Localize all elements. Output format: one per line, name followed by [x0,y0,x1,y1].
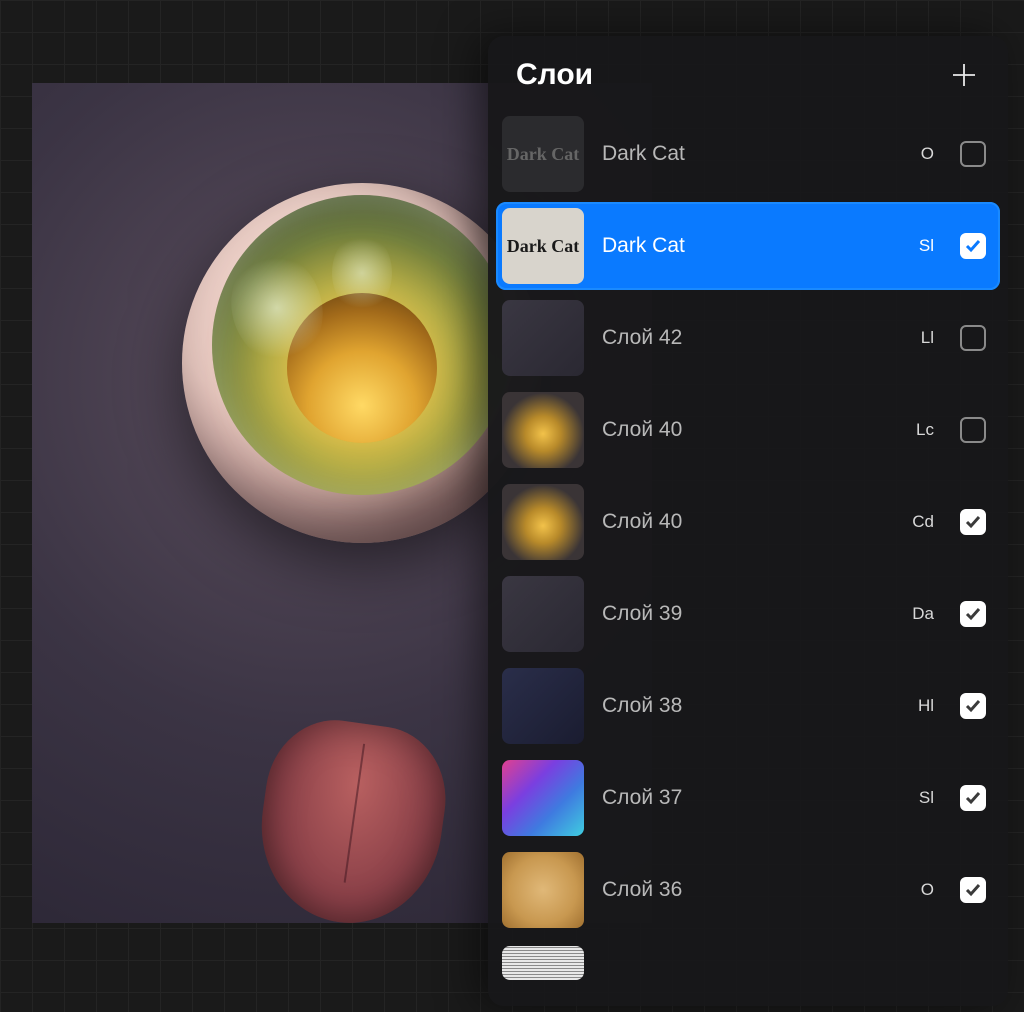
layers-list: Dark Cat Dark Cat O Dark Cat Dark Cat Sl… [488,110,1008,990]
visibility-checkbox[interactable] [960,601,986,627]
layer-row[interactable]: Слой 38 Hl [496,662,1000,750]
layer-thumbnail [502,392,584,468]
layer-thumbnail [502,484,584,560]
layers-panel: Слои Dark Cat Dark Cat O Dark Cat Dark C… [488,36,1008,1006]
layer-thumbnail [502,760,584,836]
layer-row[interactable]: Слой 40 Lc [496,386,1000,474]
layer-row[interactable]: Слой 42 Ll [496,294,1000,382]
blend-mode-label: Lc [908,420,934,440]
layer-thumbnail [502,668,584,744]
layer-thumbnail [502,852,584,928]
layer-row[interactable]: Dark Cat Dark Cat O [496,110,1000,198]
visibility-checkbox[interactable] [960,141,986,167]
layer-thumbnail: Dark Cat [502,116,584,192]
blend-mode-label: Sl [908,788,934,808]
layer-thumbnail [502,576,584,652]
layers-panel-header: Слои [488,36,1008,110]
visibility-checkbox[interactable] [960,693,986,719]
blend-mode-label: Ll [908,328,934,348]
add-layer-button[interactable] [948,59,980,91]
layer-row[interactable] [496,938,1000,982]
blend-mode-label: O [908,144,934,164]
layer-row[interactable]: Слой 36 O [496,846,1000,934]
layer-thumbnail [502,300,584,376]
layer-thumbnail: Dark Cat [502,208,584,284]
visibility-checkbox[interactable] [960,325,986,351]
blend-mode-label: Hl [908,696,934,716]
blend-mode-label: Cd [908,512,934,532]
blend-mode-label: Sl [908,236,934,256]
thumbnail-text: Dark Cat [507,236,580,257]
visibility-checkbox[interactable] [960,233,986,259]
layer-name-label: Dark Cat [602,234,890,258]
layer-name-label: Слой 40 [602,418,890,442]
layer-name-label: Слой 37 [602,786,890,810]
layer-name-label: Слой 38 [602,694,890,718]
artwork-highlight [332,233,392,313]
layers-panel-title: Слои [516,58,593,92]
visibility-checkbox[interactable] [960,417,986,443]
blend-mode-label: Da [908,604,934,624]
layer-row[interactable]: Слой 39 Da [496,570,1000,658]
layer-name-label: Слой 39 [602,602,890,626]
layer-thumbnail [502,946,584,980]
layer-name-label: Слой 42 [602,326,890,350]
visibility-checkbox[interactable] [960,877,986,903]
thumbnail-text: Dark Cat [507,144,580,165]
layer-name-label: Слой 36 [602,878,890,902]
layer-name-label: Слой 40 [602,510,890,534]
blend-mode-label: O [908,880,934,900]
layer-row[interactable]: Слой 40 Cd [496,478,1000,566]
visibility-checkbox[interactable] [960,785,986,811]
layer-row[interactable]: Dark Cat Dark Cat Sl [496,202,1000,290]
layer-name-label: Dark Cat [602,142,890,166]
visibility-checkbox[interactable] [960,509,986,535]
layer-row[interactable]: Слой 37 Sl [496,754,1000,842]
